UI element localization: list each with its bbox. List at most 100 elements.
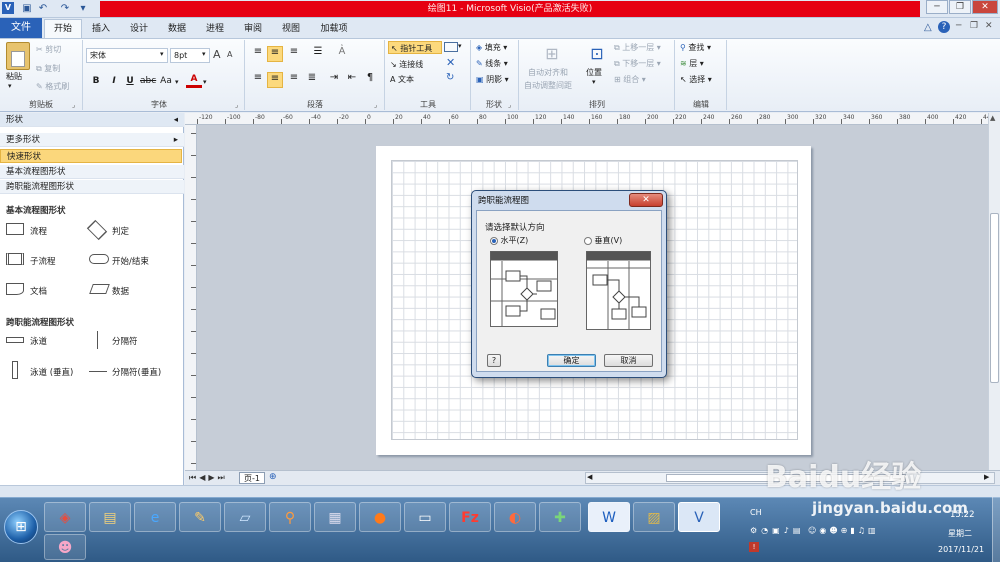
font-name-select[interactable]: 宋体 — [86, 48, 168, 63]
qat-dropdown-icon[interactable]: ▾ — [76, 2, 90, 16]
page-tab-1[interactable]: 页-1 — [239, 472, 265, 484]
cancel-button[interactable]: 取消 — [604, 354, 653, 367]
format-painter-button[interactable]: ✎ 格式刷 — [36, 80, 69, 93]
tab-insert[interactable]: 插入 — [86, 21, 116, 38]
justify-icon[interactable]: ≣ — [304, 72, 320, 88]
sidebar-item-basic-flowchart[interactable]: 基本流程图形状 — [0, 165, 184, 179]
dialog-close-button[interactable]: ✕ — [629, 193, 663, 207]
fill-button[interactable]: ◈ 填充 ▾ — [476, 41, 507, 54]
redo-icon[interactable]: ↷ — [58, 2, 72, 16]
taskbar-notes-icon[interactable]: ▱ — [224, 502, 266, 532]
save-icon[interactable]: ▣ — [20, 2, 34, 16]
vertical-scroll-thumb[interactable] — [990, 213, 999, 383]
align-top-icon[interactable]: ≡ — [250, 46, 266, 62]
align-left-icon[interactable]: ≡ — [250, 72, 266, 88]
tray-icons-row2[interactable]: ☺◉☻⊕▮♫▥ — [808, 526, 879, 535]
tab-data[interactable]: 数据 — [162, 21, 192, 38]
clock-date[interactable]: 2017/11/21 — [938, 545, 984, 554]
auto-align-icon[interactable]: ⊞ — [540, 44, 564, 64]
auto-space-button[interactable]: 自动调整间距 — [524, 79, 572, 92]
strikethrough-button[interactable]: abc — [140, 74, 156, 88]
tray-alert-icon[interactable]: ! — [749, 542, 759, 552]
shape-decision[interactable]: 判定 — [112, 225, 129, 237]
taskbar-paint-icon[interactable]: ✎ — [179, 502, 221, 532]
taskbar-firefox-icon[interactable]: ● — [359, 502, 401, 532]
collapse-left-icon[interactable]: ◂ — [174, 113, 178, 127]
undo-icon[interactable]: ↶ — [36, 2, 50, 16]
vertical-layout-preview[interactable] — [586, 251, 651, 330]
find-button[interactable]: ⚲ 查找 ▾ — [680, 41, 711, 54]
position-icon[interactable]: ⊡ — [586, 44, 608, 64]
input-language[interactable]: CH — [750, 508, 762, 517]
dialog-launcher-icon[interactable]: ⌟ — [508, 101, 511, 109]
taskbar-snail-icon[interactable]: ◐ — [494, 502, 536, 532]
indent-icon[interactable]: ⇥ — [326, 72, 342, 88]
vertical-scrollbar[interactable]: ▲ ▼ — [988, 113, 1000, 485]
tab-process[interactable]: 进程 — [200, 21, 230, 38]
dialog-launcher-icon[interactable]: ⌟ — [235, 101, 238, 109]
italic-button[interactable]: I — [106, 74, 122, 88]
bring-forward-button[interactable]: ⧉ 上移一层 ▾ — [614, 41, 661, 54]
taskbar-filezilla-icon[interactable]: Fz — [449, 502, 491, 532]
pointer-tool-button[interactable]: ↖ 指针工具 — [388, 41, 442, 54]
align-center-icon[interactable]: ≡ — [267, 72, 283, 88]
close-shape-icon[interactable]: ✕ — [446, 56, 455, 69]
dialog-help-button[interactable]: ? — [487, 354, 501, 367]
layers-button[interactable]: ≋ 层 ▾ — [680, 57, 704, 70]
insert-page-icon[interactable]: ⊕ — [269, 472, 277, 482]
tab-file[interactable]: 文件 — [0, 18, 42, 38]
taskbar-internet-explorer-icon[interactable]: e — [134, 502, 176, 532]
text-tool-button[interactable]: A 文本 — [390, 73, 414, 86]
taskbar-app-antivirus-icon[interactable]: ◈ — [44, 502, 86, 532]
align-middle-icon[interactable]: ≡ — [267, 46, 283, 62]
doc-minimize-icon[interactable]: ─ — [956, 21, 961, 31]
shadow-button[interactable]: ▣ 阴影 ▾ — [476, 73, 509, 86]
doc-restore-icon[interactable]: ❐ — [970, 21, 978, 31]
sidebar-item-more-shapes[interactable]: 更多形状 ▸ — [0, 133, 184, 147]
shape-data[interactable]: 数据 — [112, 285, 129, 297]
outdent-icon[interactable]: ⇤ — [344, 72, 360, 88]
taskbar-network-app-icon[interactable]: ▨ — [633, 502, 675, 532]
taskbar-video-icon[interactable]: ▭ — [404, 502, 446, 532]
underline-button[interactable]: U — [122, 74, 138, 88]
taskbar-calculator-icon[interactable]: ▦ — [314, 502, 356, 532]
ok-button[interactable]: 确定 — [547, 354, 596, 367]
font-color-button[interactable]: A — [186, 74, 202, 88]
sidebar-item-cross-functional[interactable]: 跨职能流程图形状 — [0, 180, 184, 194]
line-button[interactable]: ✎ 线条 ▾ — [476, 57, 508, 70]
select-button[interactable]: ↖ 选择 ▾ — [680, 73, 712, 86]
scroll-up-icon[interactable]: ▲ — [990, 114, 995, 122]
tab-home[interactable]: 开始 — [44, 19, 82, 38]
cut-button[interactable]: ✂ 剪切 — [36, 43, 61, 56]
paste-icon[interactable] — [6, 42, 30, 70]
sidebar-item-quick-shapes[interactable]: 快速形状 — [0, 149, 182, 163]
text-block-icon[interactable]: ¶ — [362, 72, 378, 88]
taskbar-file-explorer-icon[interactable]: ▤ — [89, 502, 131, 532]
horizontal-radio[interactable]: 水平(Z) — [490, 235, 528, 246]
horizontal-layout-preview[interactable] — [490, 251, 558, 327]
tab-review[interactable]: 审阅 — [238, 21, 268, 38]
tab-addins[interactable]: 加载项 — [314, 21, 354, 38]
shape-document[interactable]: 文档 — [30, 285, 47, 297]
restore-button[interactable]: ❐ — [949, 0, 971, 14]
tray-icons[interactable]: ⚙◔▣♪▤ — [750, 526, 804, 535]
shape-process[interactable]: 流程 — [30, 225, 47, 237]
taskbar-game-icon[interactable]: ☻ — [44, 534, 86, 560]
doc-close-icon[interactable]: ✕ — [985, 21, 993, 31]
group-cmd-button[interactable]: ⊞ 组合 ▾ — [614, 73, 646, 86]
tab-design[interactable]: 设计 — [124, 21, 154, 38]
shape-subprocess[interactable]: 子流程 — [30, 255, 56, 267]
align-right-icon[interactable]: ≡ — [286, 72, 302, 88]
shape-swimlane[interactable]: 泳道 — [30, 335, 47, 347]
dialog-launcher-icon[interactable]: ⌟ — [374, 101, 377, 109]
taskbar-word-icon[interactable]: W — [588, 502, 630, 532]
bold-button[interactable]: B — [88, 74, 104, 88]
copy-button[interactable]: ⧉ 复制 — [36, 62, 60, 75]
align-bottom-icon[interactable]: ≡ — [286, 46, 302, 62]
taskbar-search-tool-icon[interactable]: ⚲ — [269, 502, 311, 532]
rectangle-tool-icon[interactable] — [444, 42, 458, 52]
tab-view[interactable]: 视图 — [276, 21, 306, 38]
close-button[interactable]: ✕ — [972, 0, 998, 14]
taskbar-tool-icon[interactable]: ✚ — [539, 502, 581, 532]
minimize-button[interactable]: ─ — [926, 0, 948, 14]
